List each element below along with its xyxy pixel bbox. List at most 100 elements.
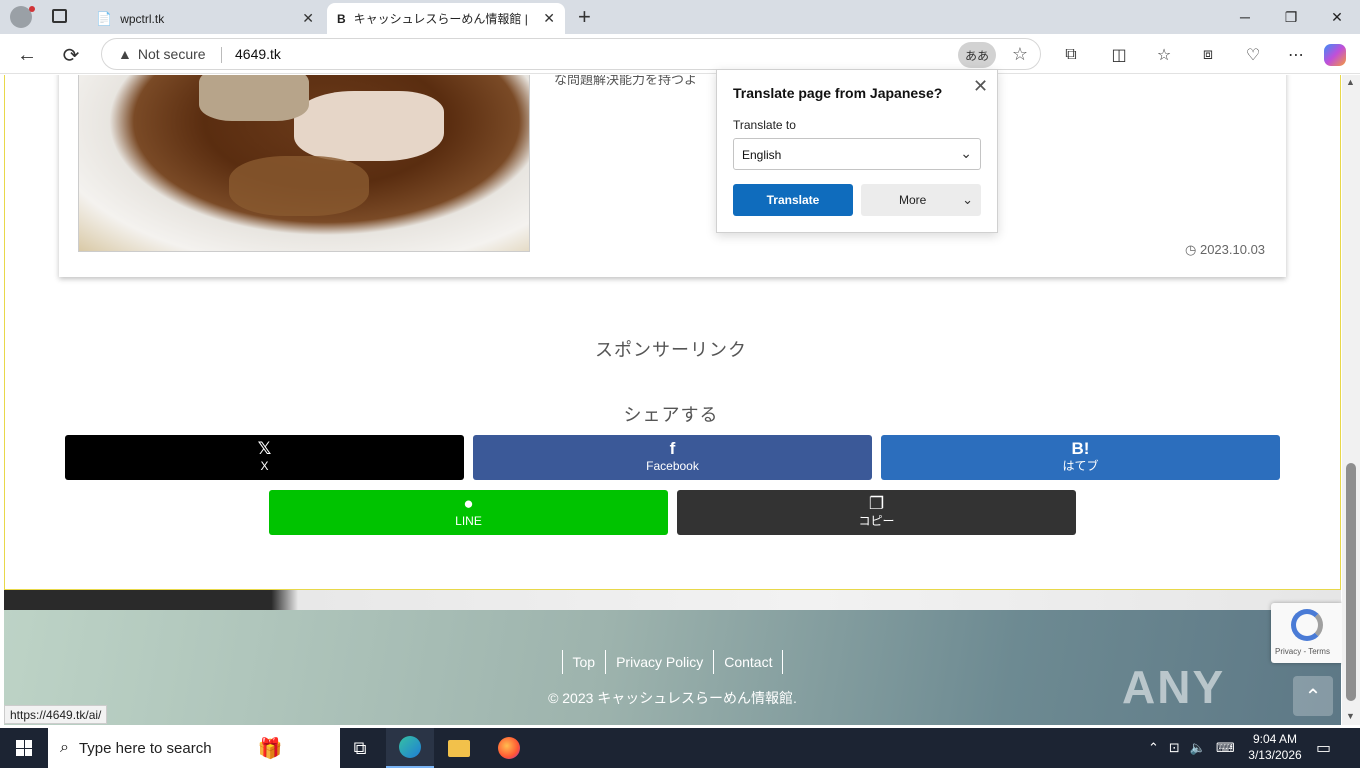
- scroll-down-arrow[interactable]: ▼: [1346, 711, 1355, 721]
- recaptcha-icon: [1291, 609, 1323, 641]
- url-text[interactable]: 4649.tk: [235, 46, 281, 62]
- minimize-button[interactable]: ─: [1222, 0, 1268, 34]
- copyright-text: © 2023 キャッシュレスらーめん情報館.: [548, 690, 797, 706]
- firefox-icon[interactable]: [485, 728, 533, 768]
- favorite-star-icon[interactable]: ☆: [1012, 44, 1028, 65]
- translate-icon[interactable]: ああ: [958, 42, 996, 68]
- back-button[interactable]: ←: [14, 42, 40, 68]
- post-date-text: 2023.10.03: [1199, 242, 1266, 257]
- search-highlight-icon: 🎁: [257, 737, 283, 760]
- split-screen-icon[interactable]: ◫: [1106, 42, 1132, 68]
- edge-icon[interactable]: [386, 728, 434, 768]
- security-label: Not secure: [137, 46, 206, 62]
- translate-button[interactable]: Translate: [733, 184, 853, 216]
- tab-label: wpctrl.tk: [120, 11, 165, 26]
- windows-logo-icon: [16, 740, 32, 756]
- browser-toolbar: ← ⟳ ▲ Not secure 4649.tk ああ ☆ ⧉ ◫ ☆ ⧈ ♡ …: [0, 34, 1360, 74]
- address-bar[interactable]: ▲ Not secure 4649.tk ああ ☆: [101, 38, 1041, 70]
- share-line-button[interactable]: ● LINE: [269, 490, 668, 535]
- refresh-button[interactable]: ⟳: [58, 42, 84, 68]
- clock-date: 3/13/2026: [1248, 748, 1302, 762]
- tab-label: キャッシュレスらーめん情報館 | らーめん: [353, 12, 529, 26]
- menma-slice: [199, 75, 309, 121]
- close-icon[interactable]: ✕: [973, 76, 988, 97]
- recaptcha-badge[interactable]: Privacy - Terms: [1271, 603, 1342, 663]
- close-window-button[interactable]: ✕: [1314, 0, 1360, 34]
- volume-icon[interactable]: 🔈: [1190, 740, 1206, 756]
- more-label: More: [899, 193, 927, 207]
- footer-link-contact[interactable]: Contact: [713, 650, 784, 674]
- noodles: [229, 156, 369, 216]
- site-favicon-icon: B: [337, 11, 346, 26]
- sponsor-link-heading: スポンサーリンク: [595, 340, 747, 360]
- windows-taskbar: ⌕ Type here to search 🎁 ⧉ ⌃ ⊡ 🔈 ⌨ 9:04 A…: [0, 728, 1360, 768]
- warning-icon: ▲: [118, 46, 132, 62]
- share-label: LINE: [455, 514, 482, 528]
- selected-language: English: [742, 148, 782, 162]
- taskbar-search[interactable]: ⌕ Type here to search 🎁: [48, 728, 340, 768]
- search-placeholder: Type here to search: [78, 739, 212, 757]
- copy-icon: ❐: [868, 494, 885, 513]
- copilot-icon[interactable]: [1324, 44, 1346, 66]
- task-view-icon[interactable]: ⧉: [336, 728, 384, 768]
- tab-actions-icon[interactable]: [52, 9, 67, 23]
- file-explorer-icon[interactable]: [435, 728, 483, 768]
- page-viewport: な問題解決能力を持つよ ◷ 2023.10.03 スポンサーリンク シェアする …: [0, 75, 1342, 725]
- chashu-slice: [294, 91, 444, 161]
- translate-to-label: Translate to: [733, 118, 796, 132]
- taskbar-clock[interactable]: 9:04 AM 3/13/2026: [1244, 731, 1306, 763]
- share-label: X: [260, 459, 269, 473]
- share-x-button[interactable]: 𝕏 X: [65, 435, 464, 480]
- divider: [221, 47, 222, 63]
- network-icon[interactable]: ⊡: [1169, 740, 1180, 756]
- clock-icon: ◷: [1185, 242, 1197, 257]
- share-facebook-button[interactable]: f Facebook: [473, 435, 872, 480]
- recaptcha-links[interactable]: Privacy - Terms: [1275, 647, 1330, 656]
- page-scrollbar[interactable]: ▲ ▼: [1342, 75, 1360, 725]
- facebook-icon: f: [669, 439, 676, 458]
- keyboard-icon[interactable]: ⌨: [1216, 740, 1235, 756]
- footer-nav: Top Privacy Policy Contact: [4, 650, 1341, 674]
- more-icon[interactable]: ⋯: [1283, 42, 1309, 68]
- post-thumbnail[interactable]: [78, 75, 530, 252]
- more-button[interactable]: More ⌄: [861, 184, 981, 216]
- restore-button[interactable]: ❐: [1268, 0, 1314, 34]
- browser-essentials-icon[interactable]: ♡: [1240, 42, 1266, 68]
- tab-ramen[interactable]: B キャッシュレスらーめん情報館 | らーめん ✕: [327, 3, 565, 34]
- share-label: Facebook: [646, 459, 699, 473]
- scroll-up-arrow[interactable]: ▲: [1346, 77, 1355, 87]
- collections-icon[interactable]: ⧈: [1195, 42, 1221, 68]
- notification-icon[interactable]: ▭: [1316, 738, 1331, 758]
- share-hatena-button[interactable]: B! はてブ: [881, 435, 1280, 480]
- new-tab-button[interactable]: +: [578, 4, 591, 30]
- language-select[interactable]: English ⌄: [733, 138, 981, 170]
- favorites-icon[interactable]: ☆: [1151, 42, 1177, 68]
- search-icon: ⌕: [60, 739, 69, 756]
- tab-close-icon[interactable]: ✕: [543, 10, 555, 27]
- post-excerpt: な問題解決能力を持つよ: [554, 75, 698, 87]
- scroll-thumb[interactable]: [1346, 463, 1356, 701]
- file-icon: 📄: [96, 10, 113, 26]
- notification-dot: [29, 6, 35, 12]
- post-date: ◷ 2023.10.03: [1185, 242, 1265, 258]
- start-button[interactable]: [0, 728, 48, 768]
- tab-wpctrl[interactable]: 📄 wpctrl.tk ✕: [86, 3, 324, 34]
- footer-link-privacy[interactable]: Privacy Policy: [605, 650, 713, 674]
- chevron-down-icon: ⌄: [962, 192, 973, 207]
- share-copy-button[interactable]: ❐ コピー: [677, 490, 1076, 535]
- link-status-bar: https://4649.tk/ai/: [4, 705, 108, 724]
- x-icon: 𝕏: [257, 439, 272, 458]
- line-icon: ●: [463, 494, 474, 513]
- share-label: コピー: [858, 514, 895, 528]
- clock-time: 9:04 AM: [1252, 732, 1298, 746]
- tab-bar: 📄 wpctrl.tk ✕ B キャッシュレスらーめん情報館 | らーめん ✕ …: [0, 0, 1360, 34]
- security-indicator[interactable]: ▲ Not secure: [118, 46, 206, 62]
- system-tray: ⌃ ⊡ 🔈 ⌨: [1148, 728, 1235, 768]
- footer-link-top[interactable]: Top: [561, 650, 606, 674]
- chevron-up-icon[interactable]: ⌃: [1148, 740, 1159, 756]
- site-footer: ANY RUN TopPrivacy PolicyContact © 2023 …: [4, 610, 1341, 725]
- extensions-icon[interactable]: ⧉: [1058, 42, 1084, 68]
- back-to-top-button[interactable]: ⌃: [1293, 676, 1333, 716]
- share-heading: シェアする: [623, 405, 719, 425]
- tab-close-icon[interactable]: ✕: [302, 10, 314, 27]
